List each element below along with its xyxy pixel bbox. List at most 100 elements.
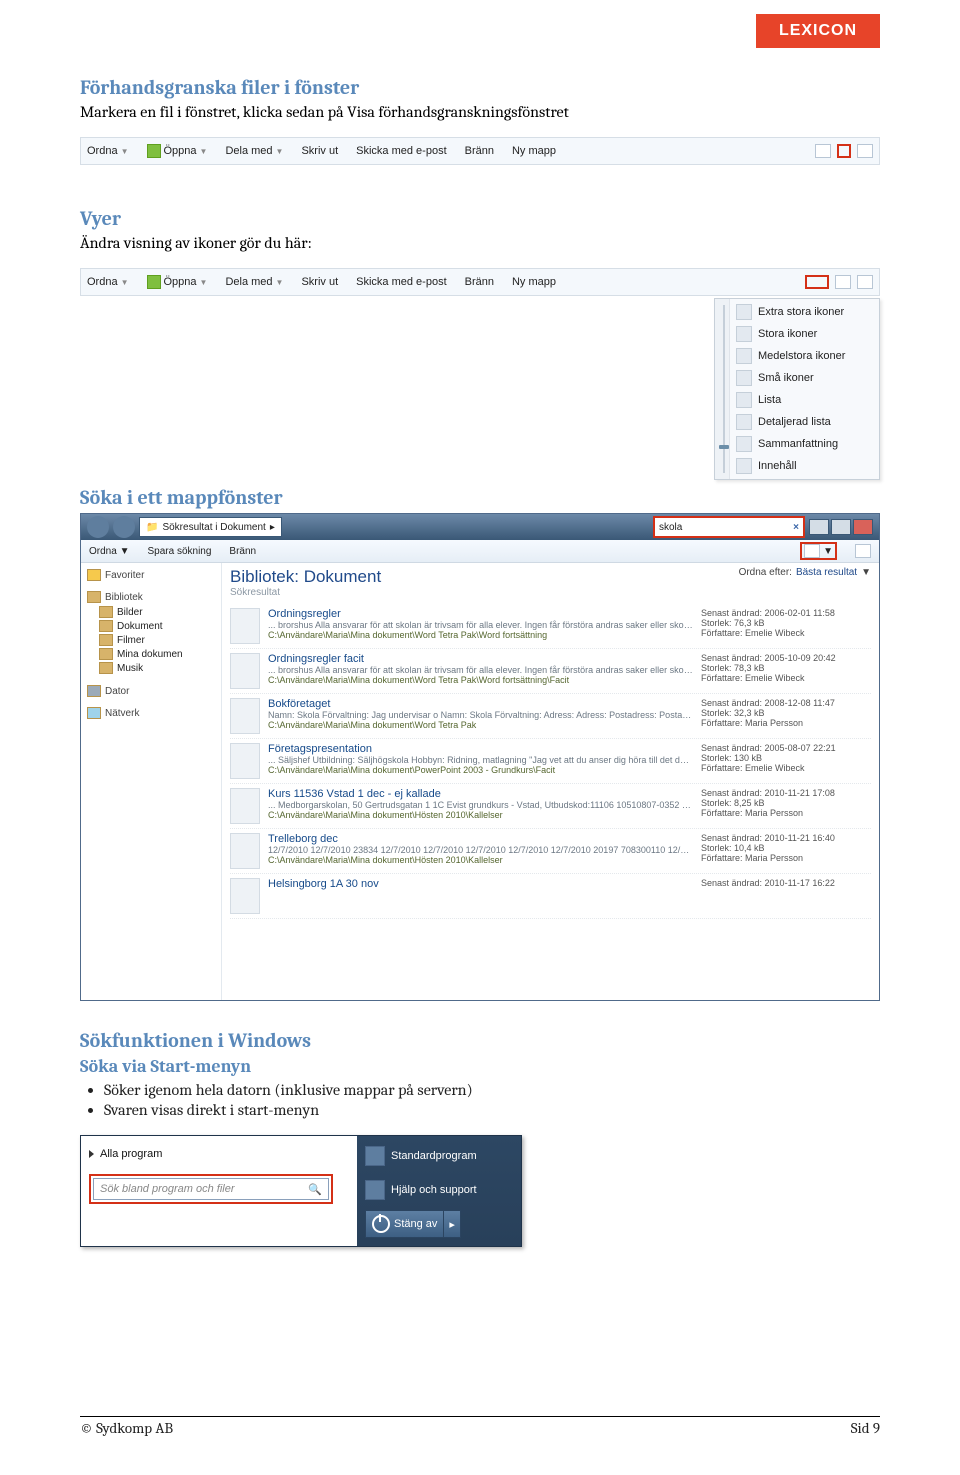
cb-burn[interactable]: Bränn <box>229 546 256 557</box>
view-icons-highlight[interactable]: ▼ <box>800 542 837 560</box>
minimize-button[interactable] <box>809 519 829 535</box>
toolbar-organize[interactable]: Ordna▼ <box>87 145 129 157</box>
file-icon <box>230 878 260 914</box>
chevron-down-icon: ▼ <box>120 546 130 557</box>
toolbar-share[interactable]: Dela med▼ <box>225 276 283 288</box>
cb-save-search[interactable]: Spara sökning <box>147 546 211 557</box>
nav-item[interactable]: Bilder <box>87 605 221 619</box>
toolbar-newfolder[interactable]: Ny mapp <box>512 145 556 157</box>
toolbar-burn[interactable]: Bränn <box>465 276 494 288</box>
toolbar-open[interactable]: Öppna▼ <box>147 144 208 158</box>
result-snippet: 12/7/2010 12/7/2010 23834 12/7/2010 12/7… <box>268 845 693 855</box>
toolbar-email[interactable]: Skicka med e-post <box>356 276 446 288</box>
explorer-window: 📁 Sökresultat i Dokument ▸ skola × Ordna… <box>80 513 880 1001</box>
folder-icon <box>99 648 113 660</box>
clear-search-icon[interactable]: × <box>793 522 799 533</box>
result-snippet: Namn: Skola Förvaltning: Jag undervisar … <box>268 710 693 720</box>
toolbar-print[interactable]: Skriv ut <box>301 276 338 288</box>
search-result[interactable]: Helsingborg 1A 30 novSenast ändrad: 2010… <box>230 874 871 919</box>
result-size: Storlek: 76,3 kB <box>701 618 871 628</box>
nav-computer[interactable]: Dator <box>87 685 221 697</box>
computer-icon <box>87 685 101 697</box>
close-button[interactable] <box>853 519 873 535</box>
all-programs[interactable]: Alla program <box>89 1144 349 1164</box>
view-dropdown-highlight[interactable] <box>805 275 829 289</box>
nav-item[interactable]: Mina dokumen <box>87 647 221 661</box>
toolbar-newfolder[interactable]: Ny mapp <box>512 276 556 288</box>
search-placeholder: Sök bland program och filer <box>100 1183 235 1195</box>
view-icon[interactable] <box>815 144 831 158</box>
result-modified: Senast ändrad: 2010-11-21 17:08 <box>701 788 871 798</box>
nav-back-button[interactable] <box>87 516 109 538</box>
search-result[interactable]: Ordningsregler... brorshus Alla ansvarar… <box>230 604 871 649</box>
view-option-large[interactable]: Stora ikoner <box>730 323 879 345</box>
breadcrumb[interactable]: 📁 Sökresultat i Dokument ▸ <box>139 517 282 537</box>
chevron-down-icon: ▼ <box>200 278 208 287</box>
view-option-details[interactable]: Detaljerad lista <box>730 411 879 433</box>
folder-icon <box>99 662 113 674</box>
toolbar-email[interactable]: Skicka med e-post <box>356 145 446 157</box>
file-icon <box>230 653 260 689</box>
toolbar-organize[interactable]: Ordna▼ <box>87 276 129 288</box>
bullet-1: Söker igenom hela datorn (inklusive mapp… <box>104 1081 880 1099</box>
nav-item[interactable]: Dokument <box>87 619 221 633</box>
search-result[interactable]: Företagspresentation... Säljshef Utbildn… <box>230 739 871 784</box>
nav-item[interactable]: Filmer <box>87 633 221 647</box>
nav-libraries[interactable]: Bibliotek <box>87 591 221 603</box>
result-modified: Senast ändrad: 2010-11-21 16:40 <box>701 833 871 843</box>
icon-size-slider[interactable] <box>715 299 730 479</box>
explorer-toolbar-1: Ordna▼ Öppna▼ Dela med▼ Skriv ut Skicka … <box>80 137 880 165</box>
view-option-small[interactable]: Små ikoner <box>730 367 879 389</box>
default-programs-icon <box>365 1146 385 1166</box>
nav-forward-button[interactable] <box>113 516 135 538</box>
result-author: Författare: Emelie Wibeck <box>701 628 871 638</box>
result-author: Författare: Emelie Wibeck <box>701 673 871 683</box>
result-snippet: ... Medborgarskolan, 50 Gertrudsgatan 1 … <box>268 800 693 810</box>
search-result[interactable]: Ordningsregler facit... brorshus Alla an… <box>230 649 871 694</box>
result-path: C:\Användare\Maria\Mina dokument\Word Te… <box>268 630 693 640</box>
help-icon[interactable] <box>857 144 873 158</box>
result-snippet: ... brorshus Alla ansvarar för att skola… <box>268 665 693 675</box>
toolbar-print[interactable]: Skriv ut <box>301 145 338 157</box>
folder-icon <box>99 606 113 618</box>
bullet-2: Svaren visas direkt i start-menyn <box>104 1101 880 1119</box>
nav-favorites[interactable]: Favoriter <box>87 569 221 581</box>
start-search-input[interactable]: Sök bland program och filer 🔍 <box>93 1178 329 1200</box>
shutdown-button[interactable]: Stäng av <box>365 1210 444 1238</box>
cb-organize[interactable]: Ordna ▼ <box>89 546 129 557</box>
nav-item[interactable]: Musik <box>87 661 221 675</box>
open-icon <box>147 144 161 158</box>
result-author: Författare: Emelie Wibeck <box>701 763 871 773</box>
view-option-content[interactable]: Innehåll <box>730 455 879 477</box>
toolbar-open[interactable]: Öppna▼ <box>147 275 208 289</box>
search-result[interactable]: Kurs 11536 Vstad 1 dec - ej kallade... M… <box>230 784 871 829</box>
shutdown-options-button[interactable]: ▸ <box>444 1210 461 1238</box>
view-option-medium[interactable]: Medelstora ikoner <box>730 345 879 367</box>
file-icon <box>230 698 260 734</box>
view-option-tiles[interactable]: Sammanfattning <box>730 433 879 455</box>
nav-network[interactable]: Nätverk <box>87 707 221 719</box>
view-option-extra-large[interactable]: Extra stora ikoner <box>730 301 879 323</box>
search-result[interactable]: Trelleborg dec12/7/2010 12/7/2010 23834 … <box>230 829 871 874</box>
file-icon <box>230 788 260 824</box>
heading-views: Vyer <box>80 207 880 230</box>
chevron-down-icon: ▼ <box>200 147 208 156</box>
start-item-default-programs[interactable]: Standardprogram <box>365 1142 513 1170</box>
toolbar-burn[interactable]: Bränn <box>465 145 494 157</box>
arrange-by[interactable]: Ordna efter: Bästa resultat ▼ <box>739 567 871 578</box>
footer-copyright: © Sydkomp AB <box>80 1419 173 1437</box>
preview-pane-icon[interactable] <box>835 275 851 289</box>
start-item-help[interactable]: Hjälp och support <box>365 1176 513 1204</box>
search-input-highlight[interactable]: skola × <box>653 516 805 538</box>
preview-pane-icon-highlight[interactable] <box>837 144 851 158</box>
help-icon[interactable] <box>855 544 871 558</box>
maximize-button[interactable] <box>831 519 851 535</box>
view-option-list[interactable]: Lista <box>730 389 879 411</box>
result-title: Helsingborg 1A 30 nov <box>268 878 693 890</box>
toolbar-share[interactable]: Dela med▼ <box>225 145 283 157</box>
star-icon <box>87 569 101 581</box>
result-snippet: ... Säljshef Utbildning: Säljhögskola Ho… <box>268 755 693 765</box>
result-title: Kurs 11536 Vstad 1 dec - ej kallade <box>268 788 693 800</box>
search-result[interactable]: BokföretagetNamn: Skola Förvaltning: Jag… <box>230 694 871 739</box>
help-icon[interactable] <box>857 275 873 289</box>
